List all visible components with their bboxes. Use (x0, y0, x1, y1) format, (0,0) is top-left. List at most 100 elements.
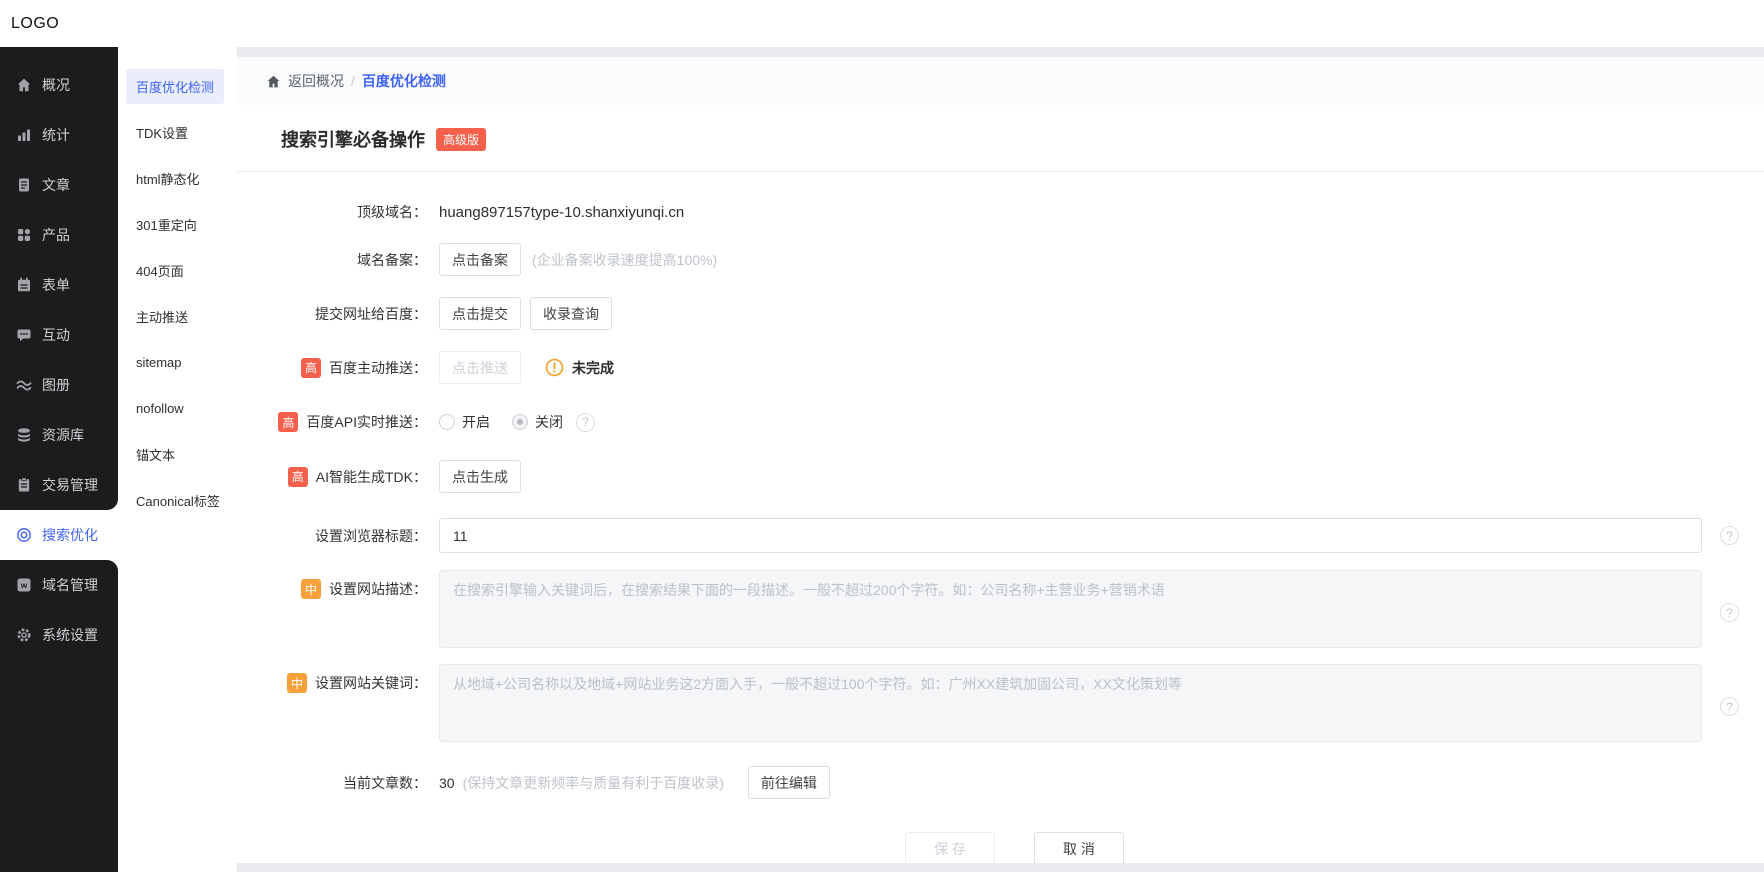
sidebar-item-trade[interactable]: 交易管理 (0, 460, 118, 510)
form-row-api-push: 高 百度API实时推送： 开启 关闭 ? (237, 412, 1764, 432)
submenu-item-push[interactable]: 主动推送 (118, 293, 237, 339)
secondary-sidebar: 百度优化检测 TDK设置 html静态化 301重定向 404页面 主动推送 s… (118, 47, 237, 872)
clipboard-icon (16, 477, 32, 493)
premium-badge: 高级版 (436, 128, 486, 151)
sidebar-item-stats[interactable]: 统计 (0, 110, 118, 160)
breadcrumb-back-link[interactable]: 返回概况 (288, 71, 344, 91)
site-desc-textarea[interactable] (439, 570, 1702, 648)
sidebar-item-interaction[interactable]: 互动 (0, 310, 118, 360)
form-actions: 保 存 取 消 (237, 832, 1764, 863)
sidebar-item-label: 交易管理 (42, 475, 98, 495)
field-label: 百度主动推送： (329, 358, 427, 378)
index-query-button[interactable]: 收录查询 (530, 297, 612, 330)
site-keywords-textarea[interactable] (439, 664, 1702, 742)
sidebar-item-label: 概况 (42, 75, 70, 95)
sidebar-item-domain[interactable]: w 域名管理 (0, 560, 118, 610)
form-row-active-push: 高 百度主动推送： 点击推送 未完成 (237, 351, 1764, 384)
sidebar-item-seo[interactable]: 搜索优化 (0, 510, 118, 560)
form-row-article-count: 当前文章数： 30 (保持文章更新频率与质量有利于百度收录) 前往编辑 (237, 766, 1764, 799)
article-count-value: 30 (439, 775, 455, 791)
submenu-item-301[interactable]: 301重定向 (118, 201, 237, 247)
high-tag: 高 (288, 467, 308, 487)
mid-tag: 中 (301, 579, 321, 599)
radio-off-label[interactable]: 关闭 (535, 412, 563, 432)
sidebar-item-articles[interactable]: 文章 (0, 160, 118, 210)
submenu-item-anchor[interactable]: 锚文本 (118, 431, 237, 477)
submenu-item-baidu-check[interactable]: 百度优化检测 (118, 63, 237, 109)
sidebar-item-products[interactable]: 产品 (0, 210, 118, 260)
push-button-disabled: 点击推送 (439, 351, 521, 384)
sidebar-item-gallery[interactable]: 图册 (0, 360, 118, 410)
sidebar-item-library[interactable]: 资源库 (0, 410, 118, 460)
form-row-ai-tdk: 高 AI智能生成TDK： 点击生成 (237, 460, 1764, 493)
field-label: 设置浏览器标题： (315, 526, 427, 546)
field-label: 设置网站描述： (329, 579, 427, 599)
submenu-item-tdk[interactable]: TDK设置 (118, 109, 237, 155)
beian-button[interactable]: 点击备案 (439, 243, 521, 276)
radio-off-checked[interactable] (512, 414, 528, 430)
sidebar-item-label: 表单 (42, 275, 70, 295)
sidebar-item-label: 搜索优化 (42, 525, 98, 545)
ai-generate-button[interactable]: 点击生成 (439, 460, 521, 493)
form-row-site-desc: 中 设置网站描述： ? (237, 570, 1764, 648)
logo: LOGO (11, 15, 59, 33)
gear-icon (16, 627, 32, 643)
form-row-domain: 顶级域名： huang897157type-10.shanxiyunqi.cn (237, 202, 1764, 222)
chart-icon (16, 127, 32, 143)
document-icon (16, 177, 32, 193)
breadcrumb: 返回概况 / 百度优化检测 (237, 57, 1764, 105)
help-icon[interactable]: ? (1720, 603, 1739, 622)
sidebar-item-forms[interactable]: 表单 (0, 260, 118, 310)
submenu-item-canonical[interactable]: Canonical标签 (118, 477, 237, 523)
field-label: 设置网站关键词： (315, 673, 427, 693)
radio-on-label[interactable]: 开启 (462, 412, 490, 432)
high-tag: 高 (301, 358, 321, 378)
sidebar-item-settings[interactable]: 系统设置 (0, 610, 118, 660)
chat-icon (16, 327, 32, 343)
field-label: 百度API实时推送： (306, 412, 427, 432)
sidebar-item-overview[interactable]: 概况 (0, 60, 118, 110)
save-button: 保 存 (905, 832, 995, 863)
submenu-item-nofollow[interactable]: nofollow (118, 385, 237, 431)
sidebar-item-label: 域名管理 (42, 575, 98, 595)
domain-w-icon: w (16, 577, 32, 593)
sidebar-item-label: 资源库 (42, 425, 84, 445)
page-title-row: 搜索引擎必备操作 高级版 (237, 105, 1764, 172)
home-icon (266, 74, 281, 89)
submenu-item-sitemap[interactable]: sitemap (118, 339, 237, 385)
top-header: LOGO (0, 0, 1764, 47)
sidebar-item-label: 系统设置 (42, 625, 98, 645)
database-icon (16, 427, 32, 443)
form-row-beian: 域名备案： 点击备案 (企业备案收录速度提高100%) (237, 243, 1764, 276)
beian-hint: (企业备案收录速度提高100%) (532, 250, 717, 270)
home-icon (16, 77, 32, 93)
grid-icon (16, 227, 32, 243)
breadcrumb-current: 百度优化检测 (362, 71, 446, 91)
warning-icon (545, 358, 564, 377)
sidebar-spacer (0, 47, 118, 60)
help-icon[interactable]: ? (1720, 697, 1739, 716)
main-area: 返回概况 / 百度优化检测 搜索引擎必备操作 高级版 顶级域名： huang89… (237, 47, 1764, 872)
submit-url-button[interactable]: 点击提交 (439, 297, 521, 330)
seo-form: 顶级域名： huang897157type-10.shanxiyunqi.cn … (237, 172, 1764, 863)
go-edit-button[interactable]: 前往编辑 (748, 766, 830, 799)
sidebar-item-label: 图册 (42, 375, 70, 395)
field-label: AI智能生成TDK： (316, 467, 427, 487)
submenu-item-404[interactable]: 404页面 (118, 247, 237, 293)
cancel-button[interactable]: 取 消 (1034, 832, 1124, 863)
field-label: 提交网址给百度： (315, 304, 427, 324)
help-icon[interactable]: ? (1720, 526, 1739, 545)
sidebar-item-label: 统计 (42, 125, 70, 145)
target-icon (16, 527, 32, 543)
browser-title-input[interactable] (439, 518, 1702, 553)
form-icon (16, 277, 32, 293)
submenu-item-html-static[interactable]: html静态化 (118, 155, 237, 201)
domain-value: huang897157type-10.shanxiyunqi.cn (439, 204, 684, 221)
radio-on[interactable] (439, 414, 455, 430)
sidebar-item-label: 产品 (42, 225, 70, 245)
breadcrumb-separator: / (351, 73, 355, 89)
primary-sidebar: 概况 统计 文章 产品 (0, 47, 118, 872)
help-icon[interactable]: ? (576, 413, 595, 432)
mid-tag: 中 (287, 673, 307, 693)
sidebar-item-label: 文章 (42, 175, 70, 195)
